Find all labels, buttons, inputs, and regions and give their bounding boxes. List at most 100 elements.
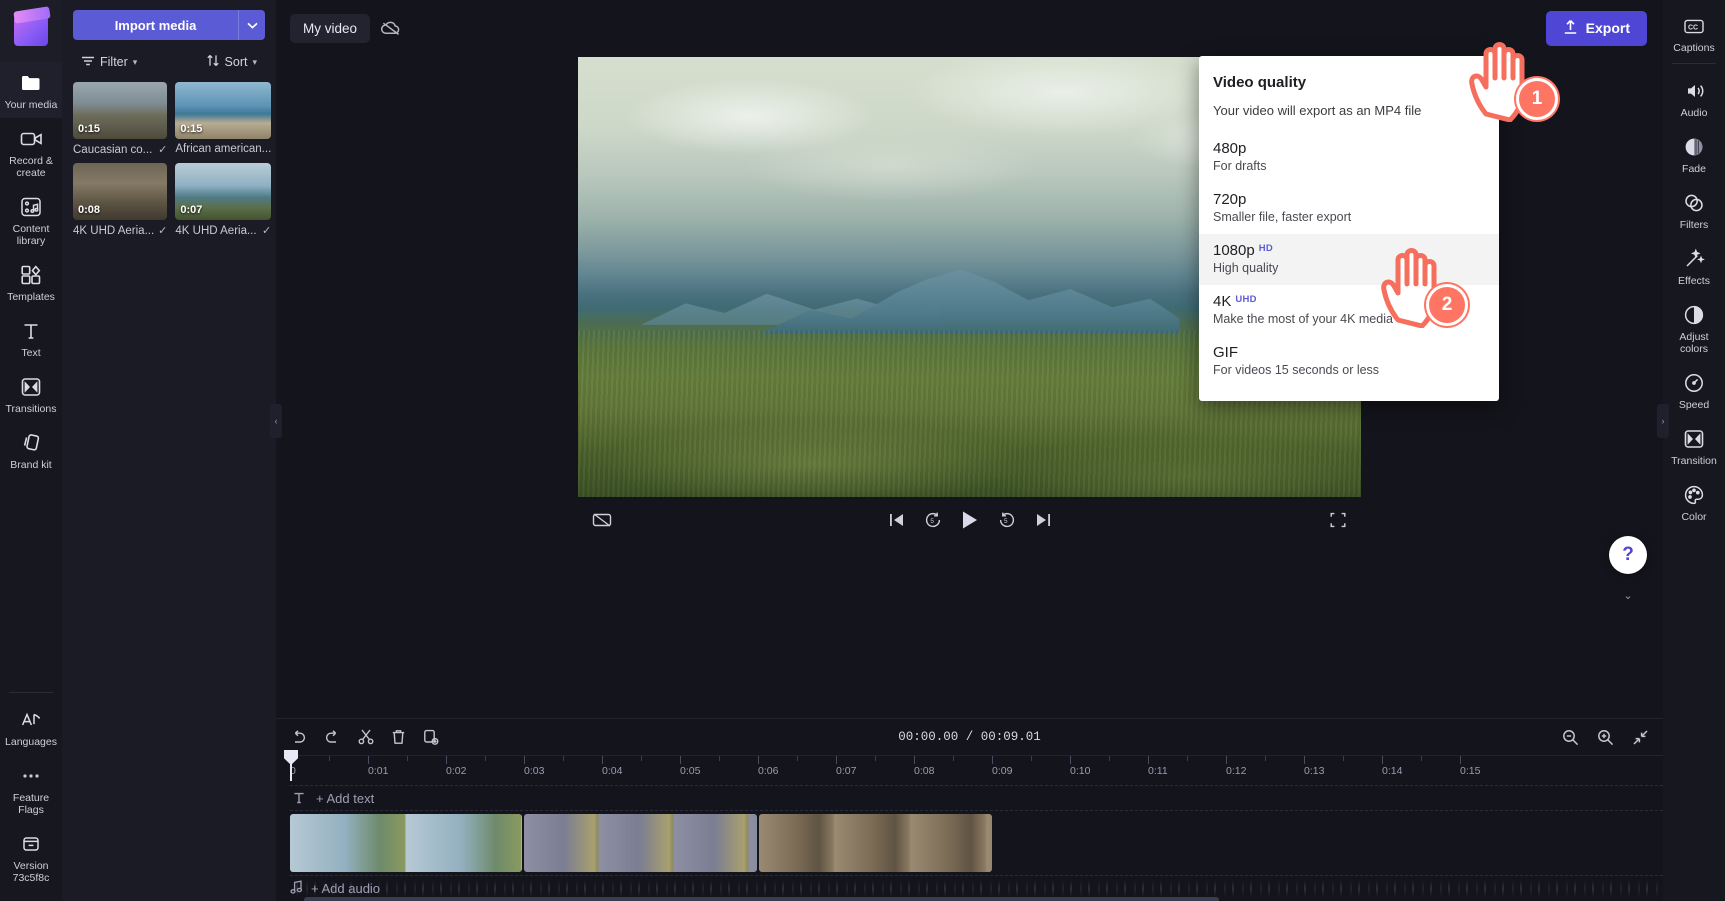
sidebar-item-feature-flags[interactable]: Feature Flags	[0, 755, 62, 823]
media-name: Caucasian co...	[73, 143, 153, 156]
chevron-down-icon[interactable]: ⌄	[1617, 588, 1639, 602]
scrollbar-thumb[interactable]	[304, 897, 1219, 901]
ruler-tick: 0:02	[446, 756, 466, 777]
chevron-down-icon: ▾	[132, 56, 138, 67]
video-track	[290, 814, 1663, 872]
export-button[interactable]: Export	[1545, 10, 1647, 46]
timeline-clip[interactable]	[524, 814, 757, 872]
ruler-tick: 0:09	[992, 756, 1012, 777]
undo-icon[interactable]	[290, 729, 307, 745]
zoom-in-icon[interactable]	[1597, 729, 1614, 746]
rewind-5-icon[interactable]: 5	[924, 511, 942, 529]
fullscreen-icon[interactable]	[1329, 512, 1347, 528]
right-item-effects[interactable]: Effects	[1663, 238, 1725, 294]
rail-divider	[1672, 63, 1716, 64]
sidebar-item-content-library[interactable]: Content library	[0, 186, 62, 254]
chevron-down-icon[interactable]	[238, 10, 265, 40]
sidebar-item-languages[interactable]: Languages	[0, 699, 62, 755]
text-track-label: + Add text	[316, 790, 375, 806]
skip-previous-icon[interactable]	[888, 512, 905, 528]
right-item-fade[interactable]: Fade	[1663, 126, 1725, 182]
ruler-tick-mark	[1226, 756, 1227, 764]
quality-option-480p[interactable]: 480p For drafts	[1199, 132, 1499, 183]
ruler-tick-mark	[1148, 756, 1149, 764]
ruler-tick-mark	[1460, 756, 1461, 764]
ruler-tick: 0:08	[914, 756, 934, 777]
play-icon[interactable]	[961, 510, 979, 530]
redo-icon[interactable]	[324, 729, 341, 745]
media-item[interactable]: 0:15 African american...	[175, 82, 272, 156]
right-item-label: Audio	[1680, 107, 1708, 119]
sidebar-item-version[interactable]: Version 73c5f8c	[0, 823, 62, 891]
quality-option-gif[interactable]: GIF For videos 15 seconds or less	[1199, 336, 1499, 387]
media-thumbnail[interactable]: 0:08	[73, 163, 168, 220]
sort-button[interactable]: Sort ▾	[206, 54, 257, 70]
clipchamp-editor: Your media Record & create Content libra…	[0, 0, 1725, 901]
menu-subtitle: Your video will export as an MP4 file	[1213, 103, 1422, 118]
timeline-horizontal-scrollbar[interactable]	[304, 897, 1649, 901]
fit-to-screen-icon[interactable]	[1632, 729, 1649, 746]
timeline-ruler[interactable]: 0 0:01 0:02 0:03 0:04 0:05 0:06 0:07 0:08 0:09 0:1…	[290, 755, 1663, 781]
help-button[interactable]: ?	[1609, 536, 1647, 574]
text-icon	[19, 319, 43, 343]
ruler-minor-tick	[1343, 756, 1344, 761]
right-item-filters[interactable]: Filters	[1663, 182, 1725, 238]
right-item-label: Filters	[1679, 219, 1709, 231]
media-thumbnail[interactable]: 0:07	[175, 163, 272, 220]
zoom-out-icon[interactable]	[1562, 729, 1579, 746]
collapse-left-panel-handle[interactable]: ‹	[270, 404, 282, 438]
timeline-tools	[290, 729, 439, 745]
right-item-audio[interactable]: Audio	[1663, 70, 1725, 126]
templates-icon	[19, 263, 43, 287]
media-item[interactable]: 0:07 4K UHD Aeria... ✓	[175, 163, 272, 237]
sidebar-item-brand-kit[interactable]: Brand kit	[0, 422, 62, 478]
project-tab[interactable]: My video	[290, 13, 371, 43]
sidebar-item-label: Record & create	[9, 155, 53, 179]
forward-5-icon[interactable]: 5	[998, 511, 1016, 529]
text-track[interactable]: + Add text	[290, 785, 1663, 811]
sidebar-item-record-create[interactable]: Record & create	[0, 118, 62, 186]
sidebar-item-text[interactable]: Text	[0, 310, 62, 366]
app-logo[interactable]	[0, 0, 62, 62]
ruler-tick-mark	[1070, 756, 1071, 764]
scissors-icon[interactable]	[358, 729, 374, 745]
skip-next-icon[interactable]	[1035, 512, 1052, 528]
playhead[interactable]	[290, 756, 292, 781]
sidebar-item-templates[interactable]: Templates	[0, 254, 62, 310]
right-item-transition[interactable]: Transition	[1663, 418, 1725, 474]
collapse-right-panel-handle[interactable]: ›	[1657, 404, 1669, 438]
right-item-captions[interactable]: CC Captions	[1663, 5, 1725, 61]
languages-icon	[19, 708, 43, 732]
media-thumbnail[interactable]: 0:15	[73, 82, 168, 139]
timeline-clip[interactable]	[290, 814, 522, 872]
quality-option-4k[interactable]: 4K UHD Make the most of your 4K media	[1199, 285, 1499, 336]
right-item-label: Color	[1681, 511, 1707, 523]
quality-option-1080p[interactable]: 1080p HD High quality	[1199, 234, 1499, 285]
media-thumbnail[interactable]: 0:15	[175, 82, 272, 139]
media-item[interactable]: 0:15 Caucasian co... ✓	[73, 82, 168, 156]
ruler-tick-mark	[1304, 756, 1305, 764]
ruler-tick-mark	[1421, 756, 1422, 761]
timeline-clip[interactable]	[759, 814, 992, 872]
ruler-tick-mark	[836, 756, 837, 764]
sidebar-item-transitions[interactable]: Transitions	[0, 366, 62, 422]
version-box-icon	[19, 832, 43, 856]
ruler-tick-label: 0:07	[836, 765, 857, 777]
right-item-adjust-colors[interactable]: Adjust colors	[1663, 294, 1725, 362]
cloud-offline-icon[interactable]	[380, 20, 402, 37]
quality-option-720p[interactable]: 720p Smaller file, faster export	[1199, 183, 1499, 234]
sidebar-item-your-media[interactable]: Your media	[0, 62, 62, 118]
video-camera-icon	[19, 127, 43, 151]
ruler-tick-mark	[914, 756, 915, 764]
media-item[interactable]: 0:08 4K UHD Aeria... ✓	[73, 163, 168, 237]
filter-button[interactable]: Filter ▾	[81, 54, 137, 70]
ruler-tick-label: 0:10	[1070, 765, 1091, 777]
trash-icon[interactable]	[391, 729, 406, 745]
right-item-color[interactable]: Color	[1663, 474, 1725, 530]
duplicate-icon[interactable]	[423, 729, 439, 745]
right-item-speed[interactable]: Speed	[1663, 362, 1725, 418]
captions-off-icon[interactable]	[592, 512, 612, 528]
check-icon: ✓	[158, 144, 168, 156]
import-media-button[interactable]: Import media	[73, 10, 238, 40]
ruler-tick-label: 0:14	[1382, 765, 1403, 777]
